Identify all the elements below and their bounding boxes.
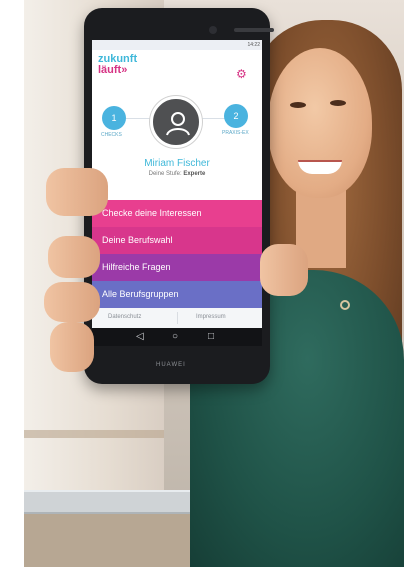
stage-2-dot[interactable]: 2 [224,104,248,128]
person-left-eye [290,102,306,108]
level-label: Deine Stufe: [148,171,182,177]
status-time: 14:22 [247,42,260,48]
hand-thumb [46,168,108,216]
footer-privacy-link[interactable]: Datenschutz [108,314,141,320]
android-nav-bar: ◁ ○ □ [92,328,262,346]
app-screen: 14:22 zukunft läuft» ⚙ 1 CHECKS 2 PRAXIS… [92,40,262,328]
menu-item-interests[interactable]: Checke deine Interessen [92,200,262,227]
app-logo: zukunft läuft» [98,54,158,76]
hand-finger-3 [50,322,94,372]
user-level: Deine Stufe: Experte [92,171,262,177]
menu-item-all-job-groups[interactable]: Alle Berufsgruppen [92,281,262,308]
hand-right-finger [260,244,308,296]
menu-item-career-choice[interactable]: Deine Berufswahl [92,227,262,254]
footer-separator [177,312,178,324]
status-bar: 14:22 [92,40,262,50]
back-icon[interactable]: ◁ [136,331,144,343]
stage-1-label: CHECKS [101,132,122,138]
gear-icon[interactable]: ⚙ [236,68,248,80]
menu-item-helpful-questions[interactable]: Hilfreiche Fragen [92,254,262,281]
phone-brand: HUAWEI [156,362,186,368]
user-avatar-icon[interactable] [150,96,202,148]
left-margin [0,0,24,567]
hand-finger-2 [44,282,100,322]
home-icon[interactable]: ○ [172,331,178,343]
footer-imprint-link[interactable]: Impressum [196,314,226,320]
person-right-eye [330,100,346,106]
earpiece-speaker [234,28,274,32]
recent-apps-icon[interactable]: □ [208,331,214,343]
person-necklace [340,300,350,310]
stage-1-dot[interactable]: 1 [102,106,126,130]
background-railing [24,490,214,514]
stage-2-label: PRAXIS-EX [222,130,249,136]
front-camera [209,26,217,34]
background-rail-upper [24,430,164,438]
person-face [268,48,372,198]
user-name: Miriam Fischer [144,158,210,169]
level-value: Experte [183,171,206,177]
hand-finger-1 [48,236,100,278]
logo-line-2: läuft» [98,64,128,76]
app-footer: Datenschutz Impressum [92,308,262,328]
